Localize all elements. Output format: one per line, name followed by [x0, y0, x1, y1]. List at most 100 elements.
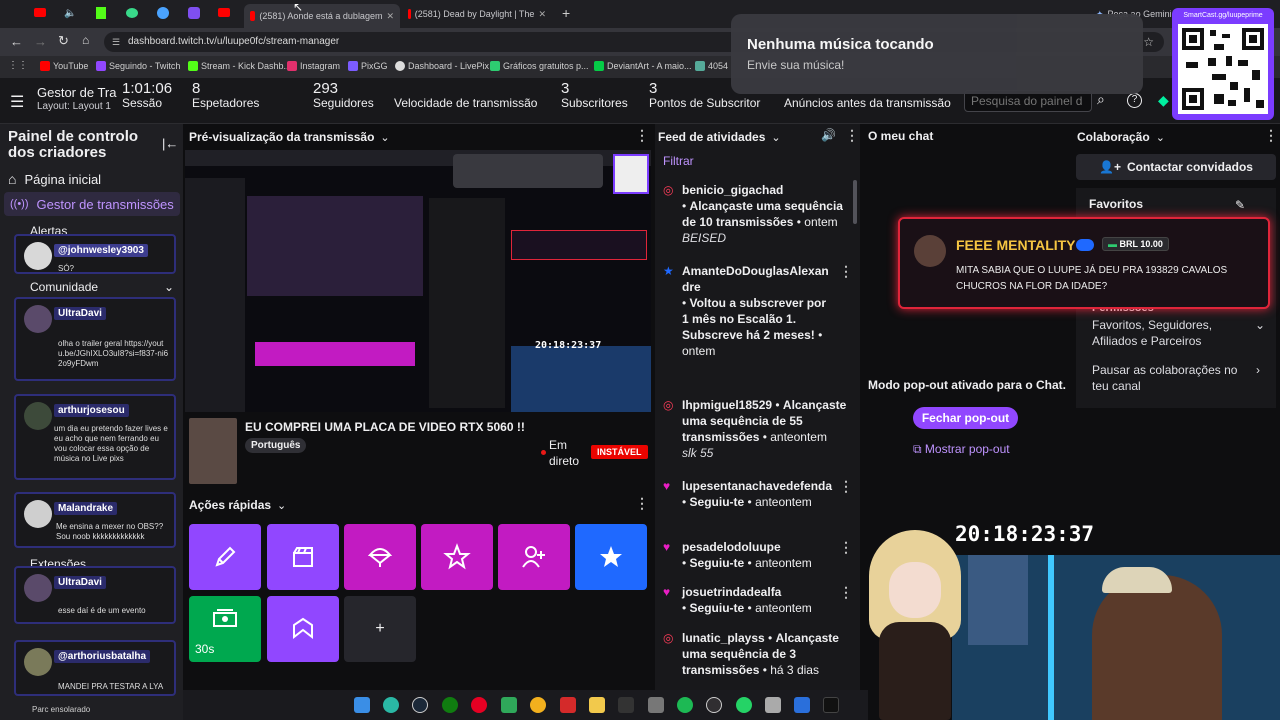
tab-icon-kick[interactable]: [96, 7, 106, 19]
help-icon[interactable]: ?: [1127, 93, 1142, 108]
tab-icon-chrome[interactable]: [157, 7, 169, 19]
sidebar-item-label: Página inicial: [24, 171, 102, 187]
speaker-icon[interactable]: 🔊: [821, 128, 836, 142]
weather-widget[interactable]: Parc ensolarado: [32, 705, 90, 714]
feed-username[interactable]: lunatic_playss: [682, 631, 765, 645]
more-options-icon[interactable]: ⋮: [839, 478, 853, 494]
forward-icon[interactable]: →: [34, 34, 47, 49]
chat-text: esse daí é de um evento: [58, 606, 146, 615]
feed-username[interactable]: AmanteDoDouglasAlexandre: [682, 263, 833, 295]
app-icon[interactable]: [648, 697, 664, 713]
tab-icon-audio[interactable]: 🔈: [64, 8, 76, 20]
collapse-sidebar-icon[interactable]: |←: [162, 136, 178, 151]
feed-filter-link[interactable]: Filtrar: [663, 154, 694, 168]
sidebar-item-stream-manager[interactable]: ((•)) Gestor de transmissões: [4, 192, 180, 216]
add-user-button[interactable]: [498, 524, 570, 590]
tab-icon-youtube-2[interactable]: [218, 8, 230, 17]
xbox-icon[interactable]: [442, 697, 458, 713]
bookmark-kick[interactable]: Stream - Kick Dashb...: [188, 61, 291, 71]
more-options-icon[interactable]: ⋮: [839, 539, 853, 555]
adobe-icon[interactable]: [560, 697, 576, 713]
more-options-icon[interactable]: ⋮: [1264, 127, 1278, 144]
tab-icon-youtube[interactable]: [34, 8, 46, 17]
tab-icon-livepix[interactable]: [126, 8, 138, 18]
terminal-icon[interactable]: [618, 697, 634, 713]
sheets-icon[interactable]: [501, 697, 517, 713]
bookmark-twitch[interactable]: Seguindo - Twitch: [96, 61, 180, 71]
edit-stream-info-button[interactable]: [189, 524, 261, 590]
feed-username[interactable]: Ihpmiguel18529: [682, 398, 772, 412]
tiktok-icon[interactable]: [823, 697, 839, 713]
pause-collab-toggle[interactable]: Pausar as colaborações no teu canal ›: [1092, 362, 1260, 394]
obs-icon[interactable]: [706, 697, 722, 713]
highlight-button[interactable]: [575, 524, 647, 590]
windows-start-icon[interactable]: [354, 697, 370, 713]
preview-header[interactable]: Pré-visualização da transmissão ⌄: [189, 129, 390, 144]
bookmark-star-icon[interactable]: ☆: [1143, 32, 1154, 52]
bookmark-livepix[interactable]: Dashboard - LivePix: [395, 61, 489, 71]
bookmark-instagram[interactable]: Instagram: [287, 61, 340, 71]
menu-icon[interactable]: ☰: [10, 92, 24, 112]
collab-header[interactable]: Colaboração ⌄: [1077, 129, 1165, 144]
close-popout-button[interactable]: Fechar pop-out: [913, 407, 1018, 429]
add-quick-action-button[interactable]: +: [344, 596, 416, 662]
edge-icon[interactable]: [383, 697, 399, 713]
bits-icon[interactable]: ◆: [1158, 92, 1169, 109]
back-icon[interactable]: ←: [10, 34, 23, 49]
show-popout-link[interactable]: ⧉ Mostrar pop-out: [913, 442, 1010, 457]
spotify-icon[interactable]: [677, 697, 693, 713]
edit-pencil-icon[interactable]: ✎: [1235, 198, 1245, 212]
folder-icon[interactable]: [589, 697, 605, 713]
new-tab-button[interactable]: +: [562, 5, 570, 21]
reload-icon[interactable]: ↻: [58, 33, 69, 49]
bookmark-pixgg[interactable]: PixGG: [348, 61, 388, 71]
language-tag[interactable]: Português: [245, 438, 307, 453]
shield-mode-button[interactable]: [267, 596, 339, 662]
more-options-icon[interactable]: ⋮: [839, 584, 853, 600]
stream-title[interactable]: EU COMPREI UMA PLACA DE VIDEO RTX 5060 !…: [245, 420, 525, 434]
tab-youtube-dbd[interactable]: (2581) Dead by Daylight | The ✕: [402, 4, 552, 24]
permissions-dropdown[interactable]: Favoritos, Seguidores, Afiliados e Parce…: [1092, 317, 1265, 349]
steam-icon[interactable]: [412, 697, 428, 713]
stream-preview-video[interactable]: 20:18:23:37: [185, 150, 651, 412]
subs-label: Subscritores: [561, 96, 628, 110]
followers-label: Seguidores: [313, 96, 374, 110]
sidebar-item-community[interactable]: Comunidade ⌄: [30, 280, 180, 294]
tab-youtube-dubbing[interactable]: (2581) Aonde está a dublagem ✕: [244, 4, 400, 28]
sidebar-item-home[interactable]: ⌂ Página inicial: [8, 168, 178, 190]
photos-icon[interactable]: [765, 697, 781, 713]
close-icon[interactable]: ✕: [538, 9, 546, 20]
feed-username[interactable]: benicio_gigachad: [682, 182, 853, 198]
more-options-icon[interactable]: ⋮: [635, 127, 649, 144]
tab-icon-extension[interactable]: [188, 7, 200, 19]
feed-username[interactable]: josuetrindadealfa: [682, 584, 853, 600]
more-options-icon[interactable]: ⋮: [839, 263, 853, 279]
contact-guests-button[interactable]: 👤+ Contactar convidados: [1076, 154, 1276, 180]
raid-button[interactable]: [344, 524, 416, 590]
feed-username[interactable]: pesadelodoluupe: [682, 539, 853, 555]
favorite-button[interactable]: [421, 524, 493, 590]
chrome-icon[interactable]: [530, 697, 546, 713]
bookmark-graficos[interactable]: Gráficos gratuitos p...: [490, 61, 589, 71]
more-options-icon[interactable]: ⋮: [635, 495, 649, 512]
close-icon[interactable]: ✕: [386, 11, 394, 22]
layout-label[interactable]: Layout: Layout 1: [37, 100, 117, 114]
whatsapp-icon[interactable]: [736, 697, 752, 713]
pinterest-icon[interactable]: [471, 697, 487, 713]
site-info-icon[interactable]: ☰: [112, 32, 120, 52]
feed-username[interactable]: lupesentanachavedefenda: [682, 478, 833, 494]
create-clip-button[interactable]: [267, 524, 339, 590]
settings-icon[interactable]: [794, 697, 810, 713]
feed-scrollbar[interactable]: [853, 180, 857, 224]
run-ad-button[interactable]: 30s: [189, 596, 261, 662]
tab-label: (2581) Dead by Daylight | The: [414, 9, 535, 19]
apps-icon[interactable]: ⋮⋮: [8, 60, 28, 71]
stream-health-badge[interactable]: INSTÁVEL: [591, 445, 648, 459]
feed-header[interactable]: Feed de atividades ⌄: [658, 129, 781, 144]
quick-actions-header[interactable]: Ações rápidas ⌄: [189, 497, 286, 512]
bookmark-youtube[interactable]: YouTube: [40, 61, 88, 71]
bookmark-4054[interactable]: 4054: [695, 61, 728, 71]
bookmark-deviantart[interactable]: DeviantArt - A maio...: [594, 61, 692, 71]
more-options-icon[interactable]: ⋮: [845, 127, 859, 144]
home-icon[interactable]: ⌂: [82, 33, 89, 47]
